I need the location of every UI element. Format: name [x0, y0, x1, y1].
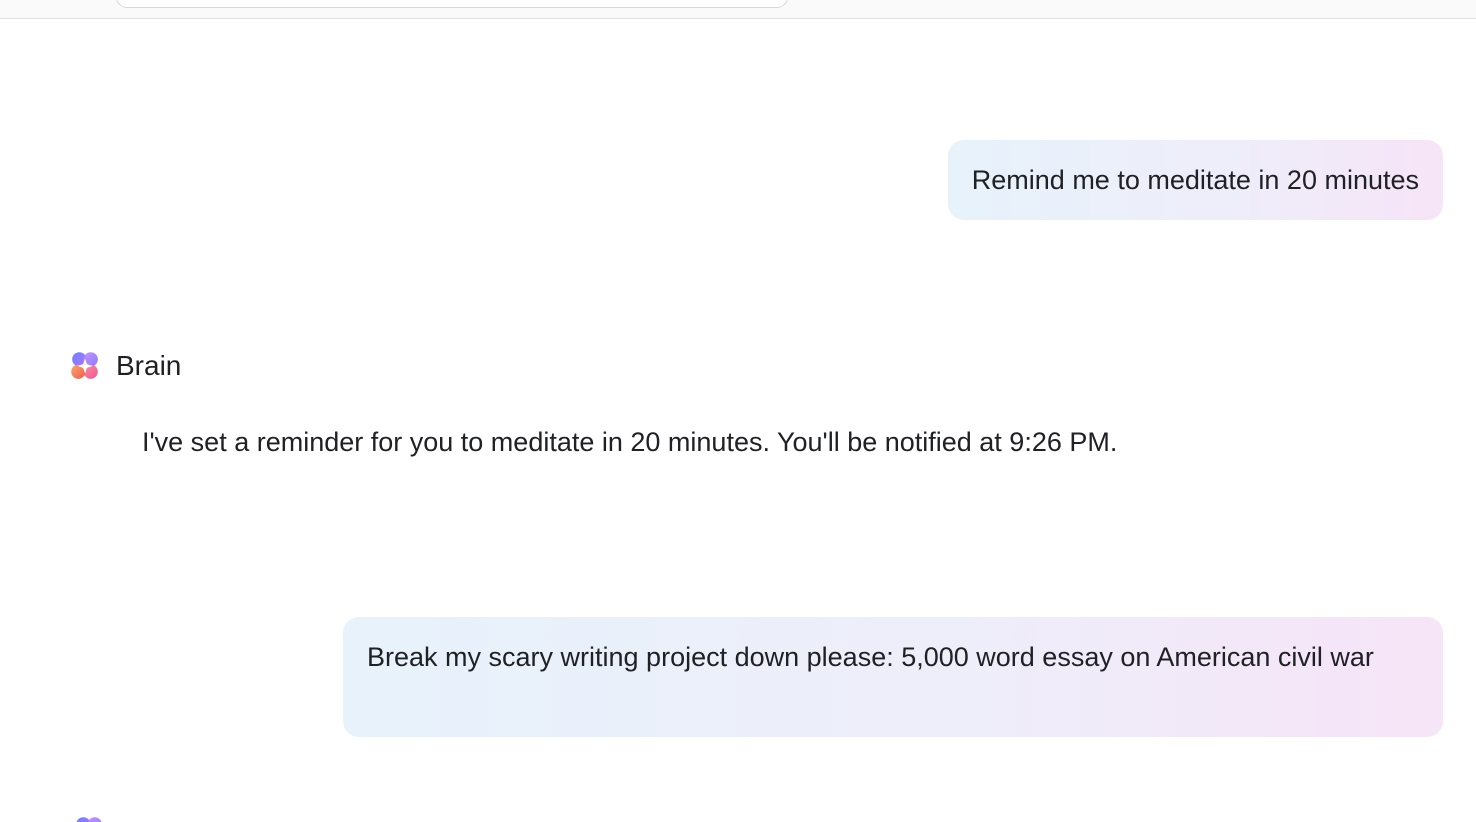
user-message-text: Break my scary writing project down plea… — [367, 642, 1374, 672]
search-field[interactable] — [116, 0, 788, 8]
chat-page: Remind me to meditate in 20 minutes Brai… — [0, 0, 1476, 822]
user-message: Remind me to meditate in 20 minutes — [947, 140, 1443, 220]
brain-logo-icon — [71, 352, 98, 379]
user-message-text: Remind me to meditate in 20 minutes — [971, 165, 1419, 195]
assistant-name: Brain — [116, 350, 182, 381]
assistant-message-text: I've set a reminder for you to meditate … — [142, 427, 1118, 457]
assistant-header: Brain — [66, 346, 181, 386]
top-bar — [0, 0, 1476, 19]
user-message: Break my scary writing project down plea… — [343, 617, 1443, 737]
brain-logo-icon — [76, 817, 102, 822]
